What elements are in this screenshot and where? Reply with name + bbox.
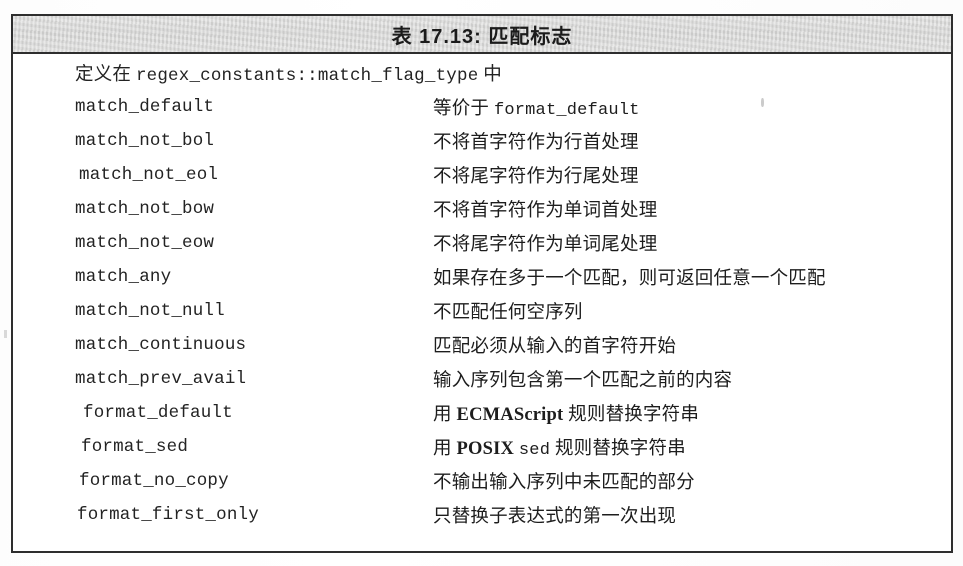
table-row: match_default 等价于 format_default (13, 90, 951, 124)
scan-artifact-speck (761, 98, 764, 107)
intro-text: 定义在 regex_constants::match_flag_type 中 (75, 60, 502, 86)
flag-name: format_first_only (77, 505, 259, 525)
intro-suffix: 中 (478, 65, 502, 85)
flag-name: match_continuous (75, 335, 247, 355)
flag-name: match_not_null (75, 301, 225, 321)
table-row-intro: 定义在 regex_constants::match_flag_type 中 (13, 56, 951, 90)
table-row: match_any 如果存在多于一个匹配，则可返回任意一个匹配 (13, 260, 951, 294)
flag-description: 不将尾字符作为单词尾处理 (433, 235, 658, 255)
flag-description: 不将尾字符作为行尾处理 (433, 167, 639, 187)
table-row: match_not_eow 不将尾字符作为单词尾处理 (13, 226, 951, 260)
table-row: format_no_copy 不输出输入序列中未匹配的部分 (13, 464, 951, 498)
flag-description: 等价于 format_default (433, 94, 640, 120)
table-row: match_not_null 不匹配任何空序列 (13, 294, 951, 328)
desc-tail: 规则替换字符串 (563, 405, 700, 425)
table-row: match_not_bol 不将首字符作为行首处理 (13, 124, 951, 158)
flag-description: 不将首字符作为单词首处理 (433, 201, 658, 221)
desc-keyword: ECMAScript (456, 405, 564, 425)
flag-name: match_not_bow (75, 199, 215, 219)
flag-name: match_default (75, 97, 215, 117)
flag-description: 输入序列包含第一个匹配之前的内容 (433, 371, 733, 391)
flag-name: format_sed (81, 437, 189, 457)
flag-description: 用 POSIX sed 规则替换字符串 (433, 434, 686, 460)
flag-description: 不输出输入序列中未匹配的部分 (433, 473, 695, 493)
table-row: match_prev_avail 输入序列包含第一个匹配之前的内容 (13, 362, 951, 396)
scanned-page: 表 17.13: 匹配标志 定义在 regex_constants::match… (0, 0, 963, 566)
table-body: 定义在 regex_constants::match_flag_type 中 m… (13, 54, 951, 551)
table-header: 表 17.13: 匹配标志 (13, 16, 951, 54)
desc-text: 用 (433, 439, 457, 459)
desc-keyword: POSIX (456, 439, 515, 459)
flag-description: 匹配必须从输入的首字符开始 (433, 337, 677, 357)
flag-description: 不将首字符作为行首处理 (433, 133, 639, 153)
table-row: format_sed 用 POSIX sed 规则替换字符串 (13, 430, 951, 464)
flag-name: match_not_eol (79, 165, 219, 185)
desc-text: 用 (433, 405, 457, 425)
table-row: format_default 用 ECMAScript 规则替换字符串 (13, 396, 951, 430)
flag-name: format_default (83, 403, 233, 423)
desc-tail: 规则替换字符串 (550, 439, 686, 459)
flag-description: 只替换子表达式的第一次出现 (433, 507, 677, 527)
flag-description: 如果存在多于一个匹配，则可返回任意一个匹配 (433, 269, 826, 289)
desc-code-sed: sed (518, 441, 551, 460)
table-row: format_first_only 只替换子表达式的第一次出现 (13, 498, 951, 532)
flag-name: format_no_copy (79, 471, 229, 491)
desc-text: 等价于 (433, 99, 494, 119)
flag-name: match_prev_avail (75, 369, 247, 389)
flag-name: match_any (75, 267, 172, 287)
flag-description: 用 ECMAScript 规则替换字符串 (433, 400, 699, 426)
table-row: match_not_bow 不将首字符作为单词首处理 (13, 192, 951, 226)
table-figure: 表 17.13: 匹配标志 定义在 regex_constants::match… (11, 14, 953, 553)
table-row: match_continuous 匹配必须从输入的首字符开始 (13, 328, 951, 362)
table-row: match_not_eol 不将尾字符作为行尾处理 (13, 158, 951, 192)
intro-prefix: 定义在 (75, 65, 136, 85)
flag-description: 不匹配任何空序列 (433, 303, 583, 323)
desc-code: format_default (493, 101, 640, 120)
scan-artifact-speck (4, 330, 7, 338)
table-title: 表 17.13: 匹配标志 (391, 25, 573, 48)
flag-name: match_not_bol (75, 131, 215, 151)
intro-code: regex_constants::match_flag_type (135, 66, 479, 86)
flag-name: match_not_eow (75, 233, 215, 253)
